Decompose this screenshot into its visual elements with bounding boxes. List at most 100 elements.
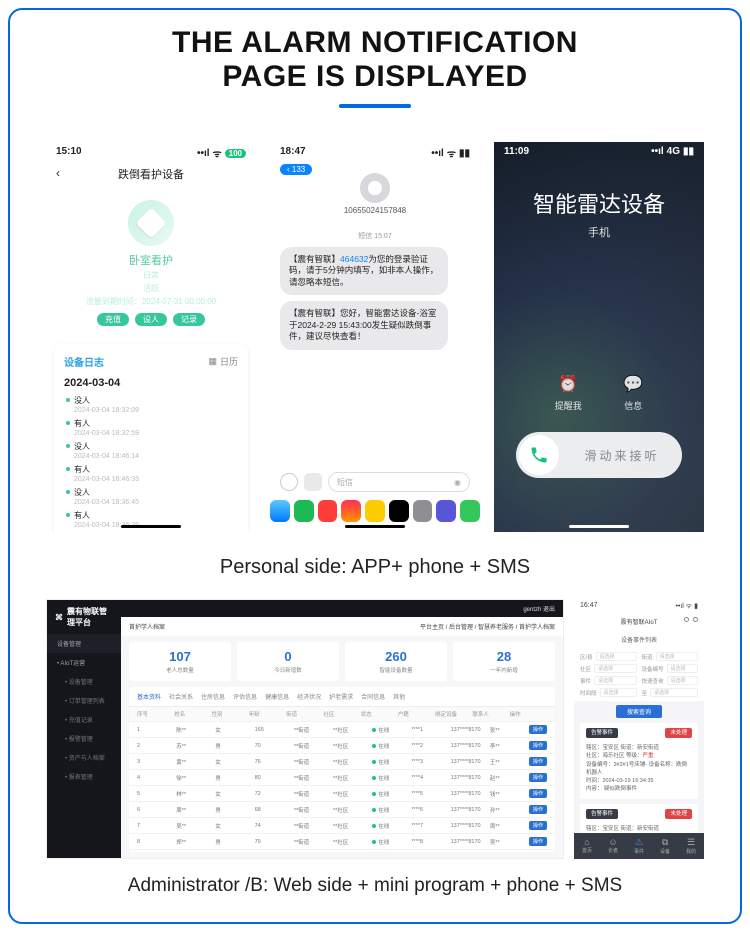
phone-sms-screenshot: 18:47 ••ıl ᯤ ▮▮ ‹ 133 10655024157848 短信 … [270, 142, 480, 532]
filter-grid: 区/县请选择街道请选择社区请选择设备编号请选择事件请选择快速查询请选择时间段请选… [574, 648, 704, 701]
filter-field[interactable]: 请选择 [594, 664, 636, 673]
sidebar-header[interactable]: 设备管理 [47, 634, 121, 653]
tabbar-item[interactable]: ⌂首页 [582, 837, 592, 855]
user-menu[interactable]: gentzh 退出 [523, 604, 555, 613]
calendar-toggle[interactable]: ▦日历 [208, 355, 238, 368]
tab[interactable]: 护老需求 [329, 692, 353, 701]
tab[interactable]: 健康信息 [265, 692, 289, 701]
table-tabs: 基本资料社会关系住房信息评估信息健康信息经济状况护老需求合同信息其他 [129, 687, 555, 707]
event-tag: 告警事件 [586, 809, 618, 819]
tab[interactable]: 经济状况 [297, 692, 321, 701]
row-action-button[interactable]: 操作 [529, 757, 547, 766]
tabbar-item[interactable]: ⚠事件 [634, 837, 644, 855]
row-action-button[interactable]: 操作 [529, 805, 547, 814]
sidebar-item[interactable]: • 设备管理 [47, 672, 121, 691]
filter-field[interactable]: 请选择 [596, 652, 637, 661]
tab[interactable]: 评估信息 [233, 692, 257, 701]
alarm-icon: ⏰ [555, 374, 582, 394]
status-bar: 18:47 ••ıl ᯤ ▮▮ [270, 142, 480, 162]
column-header: 姓名 [174, 710, 211, 718]
log-item: 有人2024-03-04 18:46:33 [64, 464, 238, 483]
column-header: 状态 [361, 710, 398, 718]
dock-app[interactable] [389, 500, 409, 522]
remind-me-button[interactable]: ⏰提醒我 [555, 374, 582, 412]
tabbar-item[interactable]: ☰我的 [686, 837, 696, 855]
caller-name: 智能雷达设备 [494, 187, 704, 219]
phone-icon [529, 445, 549, 465]
sidebar-item[interactable]: • 充值记录 [47, 710, 121, 729]
dock-app[interactable] [436, 500, 456, 522]
tab[interactable]: 其他 [393, 692, 405, 701]
stat-card: 260智能设备数量 [345, 642, 447, 681]
dock-app[interactable] [413, 500, 433, 522]
tab[interactable]: 社会关系 [169, 692, 193, 701]
table-row: 1陈**女165**街道**社区在线****1137****8170张**操作 [129, 722, 555, 738]
page-title: THE ALARM NOTIFICATIONPAGE IS DISPLAYED [20, 26, 730, 94]
logo-icon: ⌘ [55, 613, 63, 622]
signal-icon: ••ıl [651, 146, 664, 157]
contact-avatar-icon[interactable] [360, 173, 390, 203]
query-button[interactable]: 搜索查询 [616, 705, 662, 718]
sidebar-item[interactable]: • AIoT运营 [47, 653, 121, 672]
row-action-button[interactable]: 操作 [529, 725, 547, 734]
messages-back-button[interactable]: ‹ 133 [280, 164, 312, 175]
event-card[interactable]: 告警事件未处理辖区：宝安区 街道：新安街道社区：海乐社区 等级：严重设备编号：3… [580, 723, 698, 799]
table-row: 9冯**女71**街道**社区在线****9137****8170郑**操作 [129, 850, 555, 852]
capsule-menu[interactable] [684, 617, 698, 622]
dock-app[interactable] [270, 500, 290, 522]
row-action-button[interactable]: 操作 [529, 773, 547, 782]
pill-recharge[interactable]: 充值 [97, 313, 129, 326]
tab[interactable]: 合同信息 [361, 692, 385, 701]
table-row: 6周**男68**街道**社区在线****6137****8170孙**操作 [129, 802, 555, 818]
dock-app[interactable] [294, 500, 314, 522]
column-header: 绑定设备 [435, 710, 472, 718]
tab[interactable]: 住房信息 [201, 692, 225, 701]
sidebar-item[interactable]: • 报表管理 [47, 767, 121, 786]
tabbar-item[interactable]: ☺长者 [608, 837, 618, 855]
row-action-button[interactable]: 操作 [529, 741, 547, 750]
row-action-button[interactable]: 操作 [529, 821, 547, 830]
wifi-icon: ᯤ [213, 146, 222, 160]
pill-records[interactable]: 记录 [173, 313, 205, 326]
stats-row: 107老人总数量0今日新增数260智能设备数量28一年内新增 [121, 636, 563, 687]
dock-app[interactable] [318, 500, 338, 522]
battery-icon: ▮▮ [683, 146, 694, 157]
message-button[interactable]: 💬信息 [623, 374, 643, 412]
dock-app[interactable] [365, 500, 385, 522]
mic-icon[interactable]: ◉ [454, 478, 461, 487]
table-row: 3黄**女76**街道**社区在线****3137****8170王**操作 [129, 754, 555, 770]
tabbar-item[interactable]: ⧉设备 [660, 837, 670, 855]
dock-app[interactable] [460, 500, 480, 522]
status-icons: ••ıl ᯤ ▮ [675, 602, 698, 611]
filter-pair: 至请选择 [642, 688, 699, 697]
message-input[interactable]: 短信◉ [328, 472, 470, 492]
filter-field[interactable]: 请选择 [667, 664, 698, 673]
sidebar-item[interactable]: • 报警管理 [47, 729, 121, 748]
filter-field[interactable]: 请选择 [656, 652, 698, 661]
appstore-icon[interactable] [304, 473, 322, 491]
back-icon[interactable]: ‹ [56, 166, 60, 180]
sidebar-item[interactable]: • 订单管理列表 [47, 691, 121, 710]
log-item: 有人2024-03-04 18:32:59 [64, 418, 238, 437]
pill-people[interactable]: 设人 [135, 313, 167, 326]
row-action-button[interactable]: 操作 [529, 789, 547, 798]
filter-field[interactable]: 请选择 [650, 688, 698, 697]
camera-icon[interactable] [280, 473, 298, 491]
column-header: 户籍 [398, 710, 435, 718]
row-action-button[interactable]: 操作 [529, 837, 547, 846]
tab[interactable]: 基本资料 [137, 692, 161, 701]
dock-app[interactable] [341, 500, 361, 522]
sms-bubble-1: 【震有智联】464632为您的登录验证码，请于5分钟内填写，如非本人操作，请忽略… [280, 247, 448, 295]
sidebar-item[interactable]: • 资产与人档案 [47, 748, 121, 767]
filter-field[interactable]: 请选择 [594, 676, 636, 685]
filter-field[interactable]: 请选择 [600, 688, 637, 697]
filter-field[interactable]: 请选择 [667, 676, 698, 685]
log-item: 没人2024-03-04 18:46:14 [64, 441, 238, 460]
filter-pair: 街道请选择 [642, 652, 699, 661]
answer-knob[interactable] [519, 435, 559, 475]
expiry-text: 流量到期时间：2024-07-31 00:00:00 [46, 296, 256, 307]
stat-card: 28一年内新增 [453, 642, 555, 681]
slide-to-answer[interactable]: 滑动来接听 [516, 432, 682, 478]
action-pills: 充值 设人 记录 [46, 313, 256, 326]
caller-sub: 手机 [494, 224, 704, 240]
